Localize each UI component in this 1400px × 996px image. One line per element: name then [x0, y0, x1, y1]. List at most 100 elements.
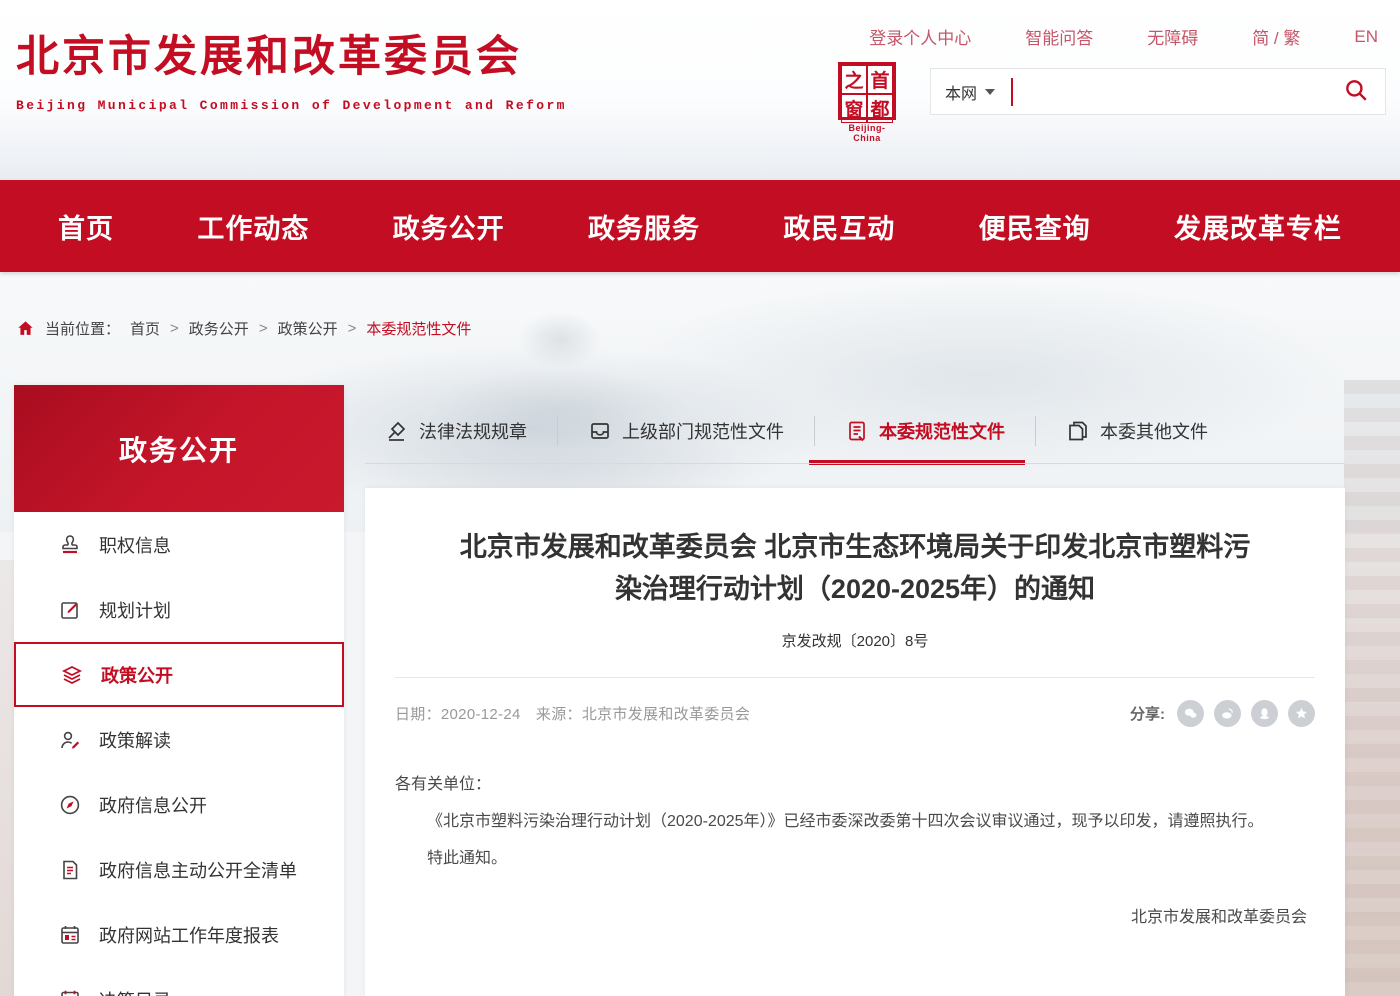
share-label: 分享: — [1130, 703, 1165, 724]
salutation: 各有关单位： — [395, 767, 1315, 804]
search-scope-dropdown[interactable]: 本网 — [945, 80, 995, 104]
login-link[interactable]: 登录个人中心 — [869, 24, 971, 49]
page: 北京市发展和改革委员会 Beijing Municipal Commission… — [0, 0, 1400, 996]
tab-superior-normative-docs[interactable]: 上级部门规范性文件 — [558, 398, 814, 464]
tab-laws-regulations[interactable]: 法律法规规章 — [385, 398, 557, 464]
person-edit-icon — [58, 728, 82, 752]
sidebar-item-label: 职权信息 — [99, 532, 171, 558]
sidebar: 政务公开 职权信息 规划计划 政策公开 — [14, 385, 344, 996]
english-link[interactable]: EN — [1354, 27, 1378, 47]
sidebar-item-label: 政府信息公开 — [99, 792, 207, 818]
seal-char: 之 — [841, 65, 867, 94]
search-box: 本网 — [930, 68, 1386, 115]
tabs-baseline — [365, 463, 1345, 464]
compass-icon — [58, 793, 82, 817]
catalog-icon — [58, 988, 82, 996]
seal-char: 首 — [867, 65, 893, 94]
tab-label: 上级部门规范性文件 — [622, 418, 784, 444]
header: 北京市发展和改革委员会 Beijing Municipal Commission… — [0, 0, 1400, 180]
file-copy-icon — [1066, 419, 1090, 443]
inbox-icon — [588, 419, 612, 443]
breadcrumb-policy[interactable]: 政策公开 — [278, 318, 338, 339]
smart-qa-link[interactable]: 智能问答 — [1025, 24, 1093, 49]
seal-grid: 之 首 窗 都 — [838, 62, 896, 120]
weibo-icon — [1220, 706, 1235, 721]
simplified-traditional-toggle[interactable]: 简 / 繁 — [1252, 24, 1300, 49]
chevron-down-icon — [985, 89, 995, 95]
sidebar-item-policy-interpretation[interactable]: 政策解读 — [14, 707, 344, 772]
breadcrumb-separator: > — [170, 320, 179, 337]
seal-caption: Beijing-China — [836, 123, 898, 143]
sidebar-header: 政务公开 — [14, 385, 344, 512]
document-list-icon — [58, 858, 82, 882]
article-title: 北京市发展和改革委员会 北京市生态环境局关于印发北京市塑料污染治理行动计划（20… — [455, 526, 1255, 610]
favorite-share-button[interactable] — [1288, 700, 1315, 727]
sidebar-item-decision-catalog[interactable]: 决策目录 — [14, 967, 344, 996]
article-card: 北京市发展和改革委员会 北京市生态环境局关于印发北京市塑料污染治理行动计划（20… — [365, 488, 1345, 996]
breadcrumb-separator: > — [259, 320, 268, 337]
main-nav: 首页 工作动态 政务公开 政务服务 政民互动 便民查询 发展改革专栏 — [0, 180, 1400, 272]
home-icon — [16, 319, 35, 338]
document-type-tabs: 法律法规规章 上级部门规范性文件 本委规范性文件 本委其他文件 — [365, 398, 1345, 464]
site-logo[interactable]: 北京市发展和改革委员会 Beijing Municipal Commission… — [16, 22, 567, 113]
sidebar-item-gov-info-disclosure[interactable]: 政府信息公开 — [14, 772, 344, 837]
nav-item-gov-affairs[interactable]: 政务公开 — [393, 207, 505, 246]
nav-item-reform-column[interactable]: 发展改革专栏 — [1174, 207, 1342, 246]
tab-commission-normative-docs[interactable]: 本委规范性文件 — [815, 398, 1035, 464]
wechat-share-button[interactable] — [1177, 700, 1204, 727]
date-source-line: 日期：2020-12-24 来源：北京市发展和改革委员会 — [395, 703, 750, 724]
sidebar-item-policy-disclosure[interactable]: 政策公开 — [14, 642, 344, 707]
layers-icon — [60, 663, 84, 687]
sidebar-item-label: 政策解读 — [99, 727, 171, 753]
plan-edit-icon — [58, 598, 82, 622]
document-number: 京发改规〔2020〕8号 — [395, 630, 1315, 651]
nav-item-work-news[interactable]: 工作动态 — [197, 207, 309, 246]
sidebar-item-label: 决策目录 — [99, 987, 171, 996]
tab-label: 本委其他文件 — [1100, 418, 1208, 444]
site-title: 北京市发展和改革委员会 — [16, 22, 567, 84]
search-input[interactable] — [1023, 69, 1341, 114]
paragraph: 特此通知。 — [395, 841, 1315, 878]
sidebar-item-proactive-disclosure-list[interactable]: 政府信息主动公开全清单 — [14, 837, 344, 902]
annual-report-icon — [58, 923, 82, 947]
sidebar-item-label: 政府网站工作年度报表 — [99, 922, 279, 948]
accessibility-link[interactable]: 无障碍 — [1147, 24, 1198, 49]
wechat-icon — [1183, 706, 1198, 721]
favorite-icon — [1294, 706, 1309, 721]
breadcrumb-gov-affairs[interactable]: 政务公开 — [189, 318, 249, 339]
tab-label: 法律法规规章 — [419, 418, 527, 444]
sidebar-item-label: 政策公开 — [101, 662, 173, 688]
beijing-china-seal-logo[interactable]: 之 首 窗 都 Beijing-China — [836, 62, 898, 143]
breadcrumb-label: 当前位置： — [45, 318, 120, 339]
utility-links: 登录个人中心 智能问答 无障碍 简 / 繁 EN — [869, 24, 1378, 49]
tab-label: 本委规范性文件 — [879, 418, 1005, 444]
nav-item-interaction[interactable]: 政民互动 — [783, 207, 895, 246]
tab-commission-other-docs[interactable]: 本委其他文件 — [1036, 398, 1238, 464]
article-meta-row: 日期：2020-12-24 来源：北京市发展和改革委员会 分享: — [395, 677, 1315, 727]
search-button[interactable] — [1341, 77, 1371, 107]
qq-share-button[interactable] — [1251, 700, 1278, 727]
search-cursor-divider — [1011, 78, 1013, 106]
background-left-edge — [0, 560, 14, 996]
seal-char: 都 — [867, 94, 893, 123]
article-body: 各有关单位： 《北京市塑料污染治理行动计划（2020-2025年）》已经市委深改… — [395, 767, 1315, 877]
sidebar-title: 政务公开 — [119, 429, 239, 469]
breadcrumb-separator: > — [348, 320, 357, 337]
share-bar: 分享: — [1130, 700, 1315, 727]
nav-item-gov-services[interactable]: 政务服务 — [588, 207, 700, 246]
weibo-share-button[interactable] — [1214, 700, 1241, 727]
search-scope-label: 本网 — [945, 80, 977, 104]
site-subtitle: Beijing Municipal Commission of Developm… — [16, 98, 567, 113]
nav-item-home[interactable]: 首页 — [58, 207, 114, 246]
nav-item-public-query[interactable]: 便民查询 — [979, 207, 1091, 246]
gavel-icon — [385, 419, 409, 443]
search-icon — [1343, 77, 1369, 103]
breadcrumb: 当前位置： 首页 > 政务公开 > 政策公开 > 本委规范性文件 — [16, 318, 471, 339]
doc-lines-icon — [845, 419, 869, 443]
breadcrumb-home[interactable]: 首页 — [130, 318, 160, 339]
signature: 北京市发展和改革委员会 — [395, 903, 1315, 927]
sidebar-item-authority-info[interactable]: 职权信息 — [14, 512, 344, 577]
sidebar-item-website-annual-report[interactable]: 政府网站工作年度报表 — [14, 902, 344, 967]
seal-char: 窗 — [841, 94, 867, 123]
sidebar-item-planning[interactable]: 规划计划 — [14, 577, 344, 642]
